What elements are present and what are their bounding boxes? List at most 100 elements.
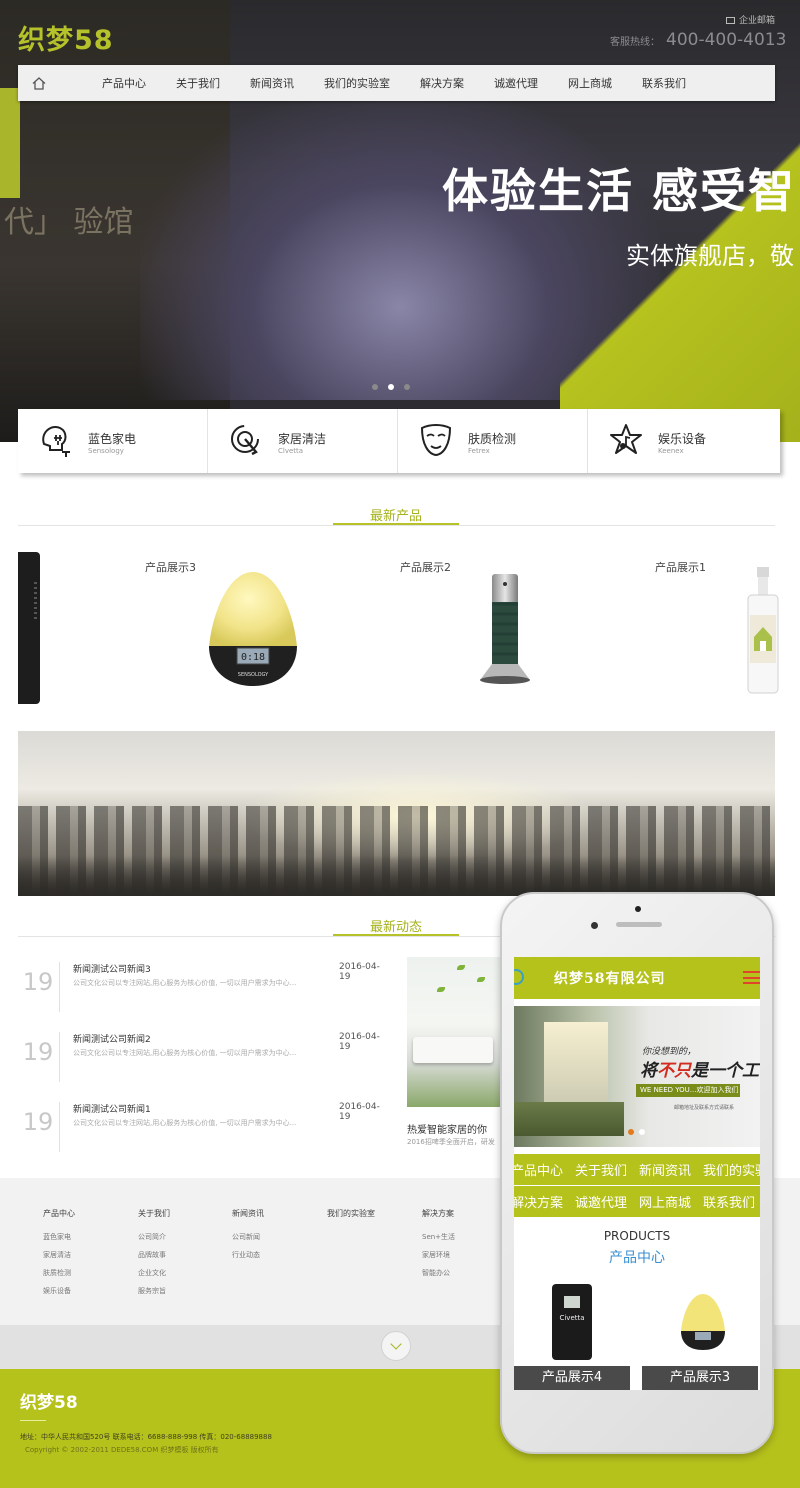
mobile-nav-item[interactable]: 产品中心 [514,1160,563,1179]
category-card-appliance[interactable]: 蓝色家电 Sensology [18,409,208,473]
purifier-image[interactable] [478,570,534,690]
mobile-nav-item[interactable]: 诚邀代理 [575,1192,627,1211]
head-plug-icon [42,426,70,457]
mobile-nav-item[interactable]: 新闻资讯 [639,1160,691,1179]
mobile-nav-item[interactable]: 我们的实验 [703,1160,760,1179]
category-title: 娱乐设备 [658,432,707,446]
speaker-slot [616,922,662,927]
nav-shop[interactable]: 网上商城 [568,75,612,91]
expand-footer-button[interactable] [381,1331,411,1361]
speaker-grille [34,582,37,622]
spray-bottle-image[interactable] [742,565,782,695]
footer-column-title[interactable]: 关于我们 [138,1208,170,1219]
product-partial-speaker[interactable] [18,552,40,704]
product-name[interactable]: 产品展示2 [400,559,451,575]
category-subtitle: Clvetta [278,447,304,455]
footer-link[interactable]: 公司新闻 [232,1228,264,1246]
mobile-slider-dot-active[interactable] [628,1129,634,1135]
news-title[interactable]: 新闻测试公司新闻3 [73,962,151,975]
nav-products[interactable]: 产品中心 [102,75,146,91]
nav-about[interactable]: 关于我们 [176,75,220,91]
footer-link[interactable]: 品牌故事 [138,1246,170,1264]
mobile-header-gap [514,999,760,1006]
footer-link[interactable]: 家居环境 [422,1246,455,1264]
news-excerpt: 公司文化公司以专注网站,用心服务为核心价值, 一切以用户需求为中心... [73,979,297,987]
news-day: 19 [22,1038,54,1066]
news-item[interactable]: 19 新闻测试公司新闻2 2016-04-19 公司文化公司以专注网站,用心服务… [18,1032,390,1086]
enterprise-mail-link[interactable]: 企业邮箱 [726,13,775,26]
mobile-banner-note: 邮箱地址及联系方式请联系 [674,1105,735,1111]
nav-agents[interactable]: 诚邀代理 [494,75,538,91]
mobile-nav-item[interactable]: 解决方案 [514,1192,563,1211]
footer-column: 我们的实验室 [327,1208,375,1228]
news-date: 2016-04-19 [339,962,380,982]
hamburger-menu-icon[interactable] [743,971,760,984]
main-nav: 产品中心 关于我们 新闻资讯 我们的实验室 解决方案 诚邀代理 网上商城 联系我… [18,65,775,101]
footer-link[interactable]: 企业文化 [138,1264,170,1282]
category-title: 家居清洁 [278,432,327,446]
category-card-cleaning[interactable]: 家居清洁 Clvetta [208,409,398,473]
banner-ground [18,856,775,896]
slider-dot[interactable] [404,384,410,390]
category-card-entertainment[interactable]: 娱乐设备 Keenex [588,409,778,473]
egg-lamp-image[interactable]: 0:18 SENSOLOGY [205,570,301,690]
footer-link[interactable]: 行业动态 [232,1246,264,1264]
mobile-products-heading: 产品中心 [609,1250,665,1266]
mobile-nav-item[interactable]: 关于我们 [575,1160,627,1179]
mobile-banner-tag: WE NEED YOU...欢迎加入我们 [636,1084,740,1097]
footer-column-title[interactable]: 新闻资讯 [232,1208,264,1219]
nav-contact[interactable]: 联系我们 [642,75,686,91]
site-logo[interactable]: 织梦58 [18,18,114,57]
mobile-nav-item[interactable]: 网上商城 [639,1192,691,1211]
news-item[interactable]: 19 新闻测试公司新闻3 2016-04-19 公司文化公司以专注网站,用心服务… [18,962,390,1016]
mobile-slider-dot[interactable] [639,1129,645,1135]
news-title[interactable]: 新闻测试公司新闻2 [73,1032,151,1045]
mobile-egg-lamp-image[interactable] [680,1292,726,1352]
leaf-shape [477,977,485,982]
mobile-slider-dots[interactable] [628,1129,645,1135]
slider-dot[interactable] [372,384,378,390]
news-item[interactable]: 19 新闻测试公司新闻1 2016-04-19 公司文化公司以专注网站,用心服务… [18,1102,390,1156]
footer-link[interactable]: 服务宗旨 [138,1282,170,1300]
footer-link[interactable]: 蓝色家电 [43,1228,75,1246]
news-feature-title[interactable]: 热爱智能家居的你 [407,1121,507,1136]
mobile-logo[interactable]: 织梦58有限公司 [554,968,665,988]
search-icon[interactable] [514,969,524,985]
mail-icon [726,17,735,24]
slider-dots[interactable] [372,384,410,390]
slider-dot-active[interactable] [388,384,394,390]
target-hand-icon [231,425,259,456]
footer-column: 关于我们 公司简介 品牌故事 企业文化 服务宗旨 [138,1208,170,1300]
footer-column-title[interactable]: 我们的实验室 [327,1208,375,1219]
mobile-screen: 织梦58有限公司 你没想到的， 将不只是一个工作...... WE NEED Y… [514,957,760,1390]
footer-link[interactable]: 娱乐设备 [43,1282,75,1300]
news-excerpt: 公司文化公司以专注网站,用心服务为核心价值, 一切以用户需求为中心... [73,1049,297,1057]
footer-link[interactable]: 肤质检测 [43,1264,75,1282]
product-name[interactable]: 产品展示3 [145,559,196,575]
footer-link[interactable]: 公司简介 [138,1228,170,1246]
mobile-banner[interactable]: 你没想到的， 将不只是一个工作...... WE NEED YOU...欢迎加入… [514,1006,760,1147]
nav-solutions[interactable]: 解决方案 [420,75,464,91]
category-card-skin[interactable]: 肤质检测 Fetrex [398,409,588,473]
category-title: 肤质检测 [468,432,517,446]
footer-link[interactable]: 智能办公 [422,1264,455,1282]
mobile-nav-item[interactable]: 联系我们 [703,1192,755,1211]
product-name[interactable]: 产品展示1 [655,559,706,575]
footer-logo[interactable]: 织梦58 [20,1388,78,1413]
news-feature-image[interactable] [407,957,507,1107]
category-title: 蓝色家电 [88,432,137,446]
footer-column-title[interactable]: 产品中心 [43,1208,75,1219]
nav-news[interactable]: 新闻资讯 [250,75,294,91]
mobile-product-label[interactable]: 产品展示3 [642,1366,758,1390]
footer-link[interactable]: Sen+生活 [422,1228,455,1246]
footer-column-title[interactable]: 解决方案 [422,1208,455,1219]
mobile-speaker-image[interactable]: Civetta [550,1282,594,1362]
nav-lab[interactable]: 我们的实验室 [324,75,390,91]
mobile-product-label[interactable]: 产品展示4 [514,1366,630,1390]
home-button[interactable] [18,76,60,90]
leaf-shape [437,987,445,992]
news-section-title: 最新动态 [369,920,422,935]
news-title[interactable]: 新闻测试公司新闻1 [73,1102,151,1115]
news-divider [59,1102,60,1152]
footer-link[interactable]: 家居清洁 [43,1246,75,1264]
